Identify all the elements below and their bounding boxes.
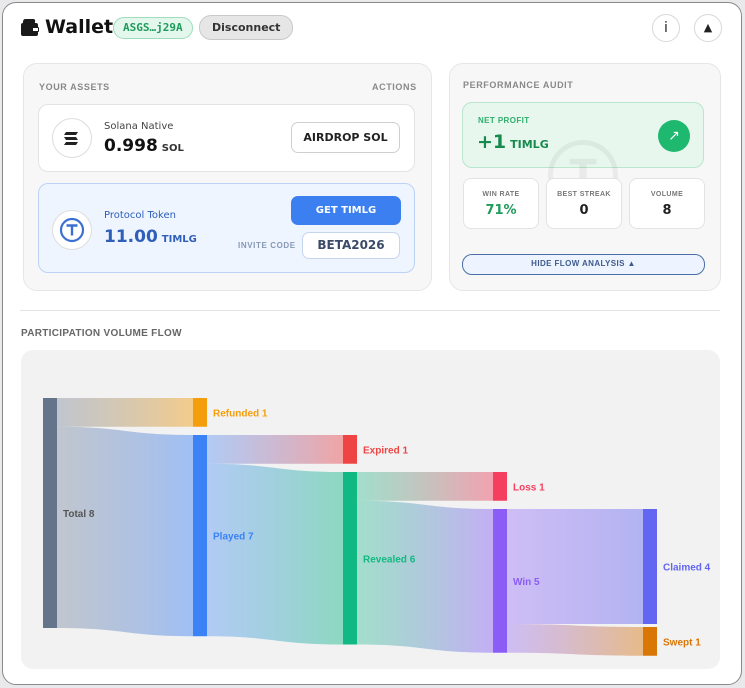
- stat-value: 71%: [485, 203, 517, 218]
- timlg-asset-card: Protocol Token 11.00 TIMLG GET TIMLG INVI…: [38, 183, 415, 273]
- assets-section-label: YOUR ASSETS: [39, 82, 110, 92]
- hide-flow-analysis-button[interactable]: HIDE FLOW ANALYSIS ▲: [462, 254, 705, 275]
- sol-amount-row: 0.998 SOL: [104, 136, 184, 156]
- timlg-unit: TIMLG: [161, 234, 197, 245]
- stat-win-rate: WIN RATE 71%: [463, 178, 539, 229]
- collapse-button[interactable]: ▲: [694, 14, 722, 42]
- disconnect-button[interactable]: Disconnect: [199, 15, 294, 40]
- wallet-address-badge[interactable]: ASGS…j29A: [113, 17, 193, 39]
- timlg-token-icon: [52, 210, 92, 250]
- net-profit-label: NET PROFIT: [478, 116, 530, 125]
- get-timlg-button[interactable]: GET TIMLG: [291, 196, 401, 225]
- solana-icon: [52, 118, 92, 158]
- timlg-amount-row: 11.00 TIMLG: [104, 227, 197, 247]
- flow-title: PARTICIPATION VOLUME FLOW: [21, 328, 182, 339]
- net-profit-unit: TIMLG: [510, 138, 549, 151]
- stat-value: 0: [579, 203, 589, 218]
- trend-up-icon[interactable]: ↗: [658, 120, 690, 152]
- net-profit-value: +1: [477, 131, 507, 153]
- stat-label: WIN RATE: [482, 191, 520, 198]
- sol-unit: SOL: [161, 143, 184, 154]
- stat-value: 8: [662, 203, 672, 218]
- stat-volume: VOLUME 8: [629, 178, 705, 229]
- invite-code-field[interactable]: BETA2026: [302, 232, 400, 259]
- invite-code-label: INVITE CODE: [238, 241, 296, 250]
- stat-best-streak: BEST STREAK 0: [546, 178, 622, 229]
- net-profit-row: +1 TIMLG: [477, 131, 549, 153]
- wallet-icon: [20, 18, 39, 37]
- flow-chart-panel: [21, 350, 720, 669]
- sol-asset-card: Solana Native 0.998 SOL AIRDROP SOL: [38, 104, 415, 172]
- stat-label: VOLUME: [650, 191, 684, 198]
- timlg-amount: 11.00: [104, 227, 158, 247]
- performance-section-label: PERFORMANCE AUDIT: [463, 80, 574, 90]
- info-button[interactable]: i: [652, 14, 680, 42]
- actions-label: ACTIONS: [372, 82, 417, 92]
- sol-amount: 0.998: [104, 136, 158, 156]
- timlg-name: Protocol Token: [104, 210, 176, 221]
- stat-label: BEST STREAK: [557, 191, 611, 198]
- airdrop-sol-button[interactable]: AIRDROP SOL: [291, 122, 400, 153]
- wallet-header: Wallet: [20, 16, 113, 38]
- page-title: Wallet: [45, 16, 114, 38]
- sol-name: Solana Native: [104, 121, 174, 132]
- divider: [20, 310, 720, 311]
